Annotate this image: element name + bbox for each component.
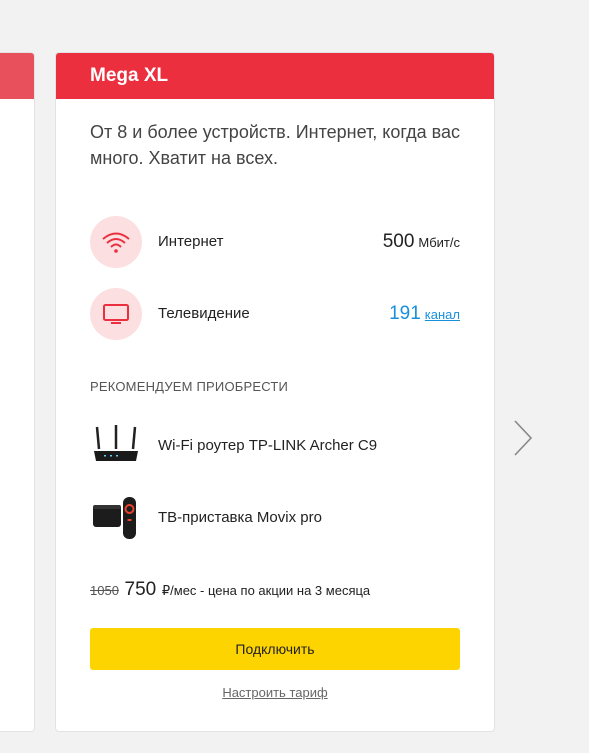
connect-button[interactable]: Подключить (90, 628, 460, 670)
previous-tariff-card[interactable] (0, 52, 35, 732)
feature-tv-label: Телевидение (158, 305, 250, 322)
device-tv-box-name: ТВ-приставка Movix pro (158, 509, 322, 526)
price-line: 1050 750 ₽/мес - цена по акции на 3 меся… (90, 579, 370, 601)
tariff-title: Mega XL (56, 53, 494, 99)
device-router-name: Wi-Fi роутер TP-LINK Archer C9 (158, 437, 378, 454)
old-price: 1050 (90, 583, 119, 598)
tv-icon (90, 288, 142, 340)
tariff-card: Mega XL От 8 и более устройств. Интернет… (55, 52, 495, 732)
price-suffix: ₽/мес - цена по акции на 3 месяца (161, 583, 371, 598)
tv-channels-value: 191 (389, 303, 421, 324)
configure-tariff-link[interactable]: Настроить тариф (56, 685, 494, 700)
wifi-icon (90, 216, 142, 268)
router-image (90, 421, 142, 471)
feature-internet-label: Интернет (158, 233, 224, 250)
tv-channels-link[interactable]: канал (425, 307, 460, 322)
device-tv-box: ТВ-приставка Movix pro (90, 493, 470, 543)
recommend-title: РЕКОМЕНДУЕМ ПРИОБРЕСТИ (90, 379, 289, 394)
tariff-description: От 8 и более устройств. Интернет, когда … (90, 122, 460, 168)
tv-channels: 191 канал (389, 288, 460, 341)
feature-tv: Телевидение 191 канал (90, 288, 460, 340)
internet-speed-unit: Мбит/с (418, 235, 460, 250)
feature-internet: Интернет 500 Мбит/с (90, 216, 460, 268)
internet-speed: 500 Мбит/с (383, 216, 460, 269)
internet-speed-value: 500 (382, 231, 415, 252)
chevron-right-icon[interactable] (510, 418, 536, 458)
tv-box-image (90, 493, 142, 543)
new-price: 750 (124, 579, 157, 600)
previous-card-header (0, 53, 34, 99)
device-router: Wi-Fi роутер TP-LINK Archer C9 (90, 421, 470, 471)
